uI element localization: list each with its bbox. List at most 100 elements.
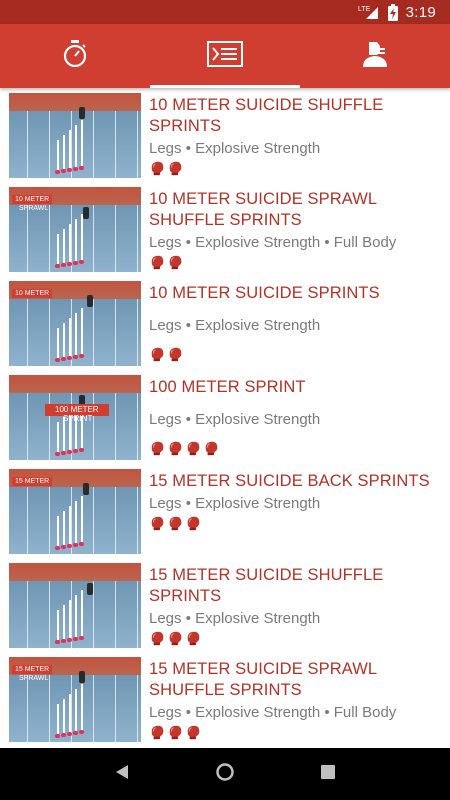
back-button[interactable] [107,759,137,789]
exercise-item[interactable]: 10 METER SPRAWL 10 METER SUICIDE SPRAWL SH… [0,182,450,276]
exercise-item[interactable]: 10 METER SUICIDE SHUFFLE SPRINTS Legs • E… [0,88,450,182]
exercise-item[interactable]: 15 METER 15 METER SUICIDE BACK SPRINTS Leg… [0,464,450,558]
exercise-tags: Legs • Explosive Strength [149,610,321,627]
thumbnail-sublabel: SPRAWL [19,675,49,682]
marker-cone [79,354,84,358]
marker-cone [61,263,66,267]
athlete-figure [79,671,85,683]
marker-cone [79,448,84,452]
lane-line [49,111,50,178]
marker-cone [55,264,60,268]
marker-pole [69,694,71,734]
exercise-thumbnail: 10 METER SPRAWL [9,187,141,272]
boxing-glove-icon [167,160,184,177]
marker-cone [61,639,66,643]
boxing-glove-icon [149,346,166,363]
boxing-glove-icon [185,630,202,647]
thumbnail-label: 15 METER [12,665,53,674]
lane-line [93,205,94,272]
lane-line [137,487,138,554]
marker-pole [81,120,83,170]
home-button[interactable] [210,759,240,789]
marker-pole [69,506,71,546]
marker-cone [55,452,60,456]
lane-line [93,299,94,366]
marker-cone [67,450,72,454]
exercise-item[interactable]: 10 METER 10 METER SUICIDE SPRINTS Legs • E… [0,276,450,370]
boxing-glove-icon [185,440,202,457]
exercise-item[interactable]: 100 METER SPRINT 100 METER SPRINT Legs • Ex… [0,370,450,464]
lane-line [49,299,50,366]
marker-cone [79,166,84,170]
marker-cone [79,730,84,734]
marker-pole [81,684,83,734]
stadium-stands [9,375,141,393]
marker-cone [67,544,72,548]
lane-line [137,675,138,742]
marker-cone [55,170,60,174]
marker-pole [75,595,77,640]
marker-cone [73,637,78,641]
difficulty-rating [149,630,450,647]
stadium-stands [9,563,141,581]
marker-pole [69,600,71,640]
boxing-glove-icon [185,515,202,532]
thumbnail-sublabel: SPRAWL [19,205,49,212]
marker-pole [75,313,77,358]
boxing-glove-icon [149,515,166,532]
marker-pole [57,234,59,264]
marker-cone [55,546,60,550]
marker-pole [75,689,77,734]
exercise-tags: Legs • Explosive Strength • Full Body [149,704,397,721]
tab-workouts[interactable] [150,24,300,88]
marker-cone [61,545,66,549]
exercise-title: 15 METER SUICIDE SPRAWL SHUFFLE SPRINTS [149,660,377,699]
marker-pole [57,328,59,358]
athlete-figure [79,107,85,119]
lane-line [27,393,28,460]
tab-timer[interactable] [0,24,150,88]
marker-cone [73,355,78,359]
lane-line [115,299,116,366]
tab-profile[interactable] [300,24,450,88]
exercise-thumbnail: 15 METER [9,469,141,554]
lane-line [49,675,50,742]
lane-line [115,205,116,272]
exercise-info: 15 METER SUICIDE SPRAWL SHUFFLE SPRINTS L… [141,657,450,746]
athlete-figure [87,583,93,595]
lane-line [93,111,94,178]
difficulty-rating [149,724,450,741]
marker-cone [67,732,72,736]
boxing-glove-icon [167,254,184,271]
lane-line [27,581,28,648]
exercise-thumbnail: 15 METER SPRAWL [9,657,141,742]
marker-pole [69,224,71,264]
exercise-list[interactable]: 10 METER SUICIDE SHUFFLE SPRINTS Legs • E… [0,88,450,748]
athlete-figure [87,295,93,307]
marker-cone [79,260,84,264]
exercise-tags: Legs • Explosive Strength [149,495,321,512]
status-bar: LTE 3:19 [0,0,450,24]
exercise-item[interactable]: 15 METER SUICIDE SHUFFLE SPRINTS Legs • E… [0,558,450,652]
exercise-item[interactable]: 15 METER SPRAWL 15 METER SUICIDE SPRAWL SH… [0,652,450,746]
marker-cone [79,542,84,546]
thumbnail-label: 10 METER [12,289,53,298]
lane-line [93,581,94,648]
network-type-label: LTE [358,6,371,13]
lane-line [115,581,116,648]
marker-pole [63,229,65,264]
status-time: 3:19 [405,3,436,21]
profile-icon [361,40,389,73]
difficulty-rating [149,440,450,457]
boxing-glove-icon [167,630,184,647]
boxing-glove-icon [149,160,166,177]
boxing-glove-icon [149,440,166,457]
marker-pole [75,501,77,546]
recents-button[interactable] [313,759,343,789]
exercise-info: 15 METER SUICIDE SHUFFLE SPRINTS Legs • E… [141,563,450,652]
exercise-info: 10 METER SUICIDE SPRAWL SHUFFLE SPRINTS L… [141,187,450,276]
lane-line [115,111,116,178]
marker-pole [57,704,59,734]
exercise-title: 10 METER SUICIDE SPRINTS [149,284,380,302]
difficulty-rating [149,515,450,532]
